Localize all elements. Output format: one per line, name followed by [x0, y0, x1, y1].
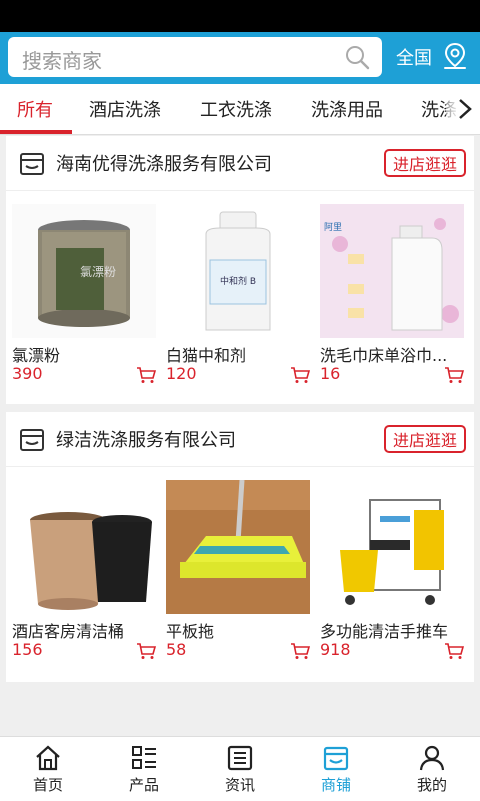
search-icon[interactable] — [344, 44, 370, 70]
shop-header[interactable]: 海南优得洗涤服务有限公司 进店逛逛 — [6, 136, 474, 191]
cart-icon[interactable] — [290, 366, 310, 384]
tab-laundry-supplies[interactable]: 洗涤用品 — [311, 96, 383, 122]
product-name: 多功能清洁手推车 — [320, 622, 449, 641]
nav-label: 产品 — [128, 776, 159, 794]
product-name: 酒店客房清洁桶 — [12, 622, 125, 641]
visit-shop-button[interactable]: 进店逛逛 — [383, 425, 466, 453]
status-bar — [0, 0, 480, 32]
product-image[interactable]: 阿里 — [320, 204, 464, 338]
shop-header[interactable]: 绿洁洗涤服务有限公司 进店逛逛 — [6, 412, 474, 467]
product-image-text: 氯漂粉 — [80, 265, 116, 279]
cart-icon[interactable] — [444, 366, 464, 384]
nav-news[interactable]: 资讯 — [192, 737, 288, 801]
product-image[interactable]: 氯漂粉 — [12, 204, 156, 338]
nav-mine[interactable]: 我的 — [384, 737, 480, 801]
nav-label: 资讯 — [224, 776, 255, 794]
product-name: 白猫中和剂 — [166, 346, 247, 365]
shop-name[interactable]: 海南优得洗涤服务有限公司 — [56, 150, 272, 176]
location-icon[interactable] — [442, 42, 468, 70]
header-bar: 搜索商家 全国 — [0, 32, 480, 84]
nav-label: 首页 — [32, 776, 63, 794]
nav-shops[interactable]: 商铺 — [288, 737, 384, 801]
cart-icon[interactable] — [136, 642, 156, 660]
cart-icon[interactable] — [290, 642, 310, 660]
product-image[interactable]: 中和剂 B — [166, 204, 310, 338]
shop-icon — [323, 746, 349, 771]
user-icon — [419, 745, 445, 771]
tab-workwear-laundry[interactable]: 工衣洗涤 — [200, 96, 272, 122]
nav-label: 我的 — [416, 776, 447, 794]
visit-shop-button[interactable]: 进店逛逛 — [383, 149, 466, 177]
chevron-right-icon — [459, 99, 472, 119]
product-image-text: 阿里 — [324, 222, 342, 233]
nav-label: 商铺 — [320, 776, 351, 794]
cart-icon[interactable] — [136, 366, 156, 384]
search-placeholder: 搜索商家 — [22, 49, 102, 73]
product-list-icon — [132, 746, 156, 769]
news-icon — [227, 745, 253, 771]
store-icon — [20, 153, 44, 175]
active-tab-indicator — [0, 130, 72, 134]
category-tabs: 所有 酒店洗涤 工衣洗涤 洗涤用品 洗涤 — [0, 84, 480, 135]
nav-home[interactable]: 首页 — [0, 737, 96, 801]
shop-card: 绿洁洗涤服务有限公司 进店逛逛 酒店客房清洁桶 156 平板拖 58 多功能清洁… — [6, 412, 474, 682]
store-icon — [20, 429, 44, 451]
cart-icon[interactable] — [444, 642, 464, 660]
product-price: 156 — [12, 640, 43, 659]
tabs-scroll-right[interactable] — [446, 84, 480, 134]
product-image-text: 中和剂 B — [220, 275, 256, 287]
product-price: 390 — [12, 364, 43, 383]
product-image[interactable] — [320, 480, 464, 614]
product-price: 16 — [320, 364, 341, 383]
product-image[interactable] — [166, 480, 310, 614]
product-name: 洗毛巾床单浴巾... — [320, 346, 448, 365]
product-price: 58 — [166, 640, 187, 659]
nav-products[interactable]: 产品 — [96, 737, 192, 801]
shop-name[interactable]: 绿洁洗涤服务有限公司 — [56, 426, 236, 452]
product-price: 120 — [166, 364, 197, 383]
tab-hotel-laundry[interactable]: 酒店洗涤 — [89, 96, 161, 122]
region-selector[interactable]: 全国 — [396, 44, 432, 70]
product-name: 氯漂粉 — [12, 346, 61, 365]
home-icon — [36, 745, 60, 771]
product-name: 平板拖 — [166, 622, 215, 641]
shop-card: 海南优得洗涤服务有限公司 进店逛逛 氯漂粉 氯漂粉 390 中和剂 B 白猫中和… — [6, 136, 474, 404]
product-price: 918 — [320, 640, 351, 659]
search-input[interactable]: 搜索商家 — [8, 37, 382, 77]
product-image[interactable] — [12, 480, 156, 614]
bottom-nav: 首页 产品 资讯 商铺 我的 — [0, 736, 480, 801]
tab-all[interactable]: 所有 — [17, 96, 53, 122]
